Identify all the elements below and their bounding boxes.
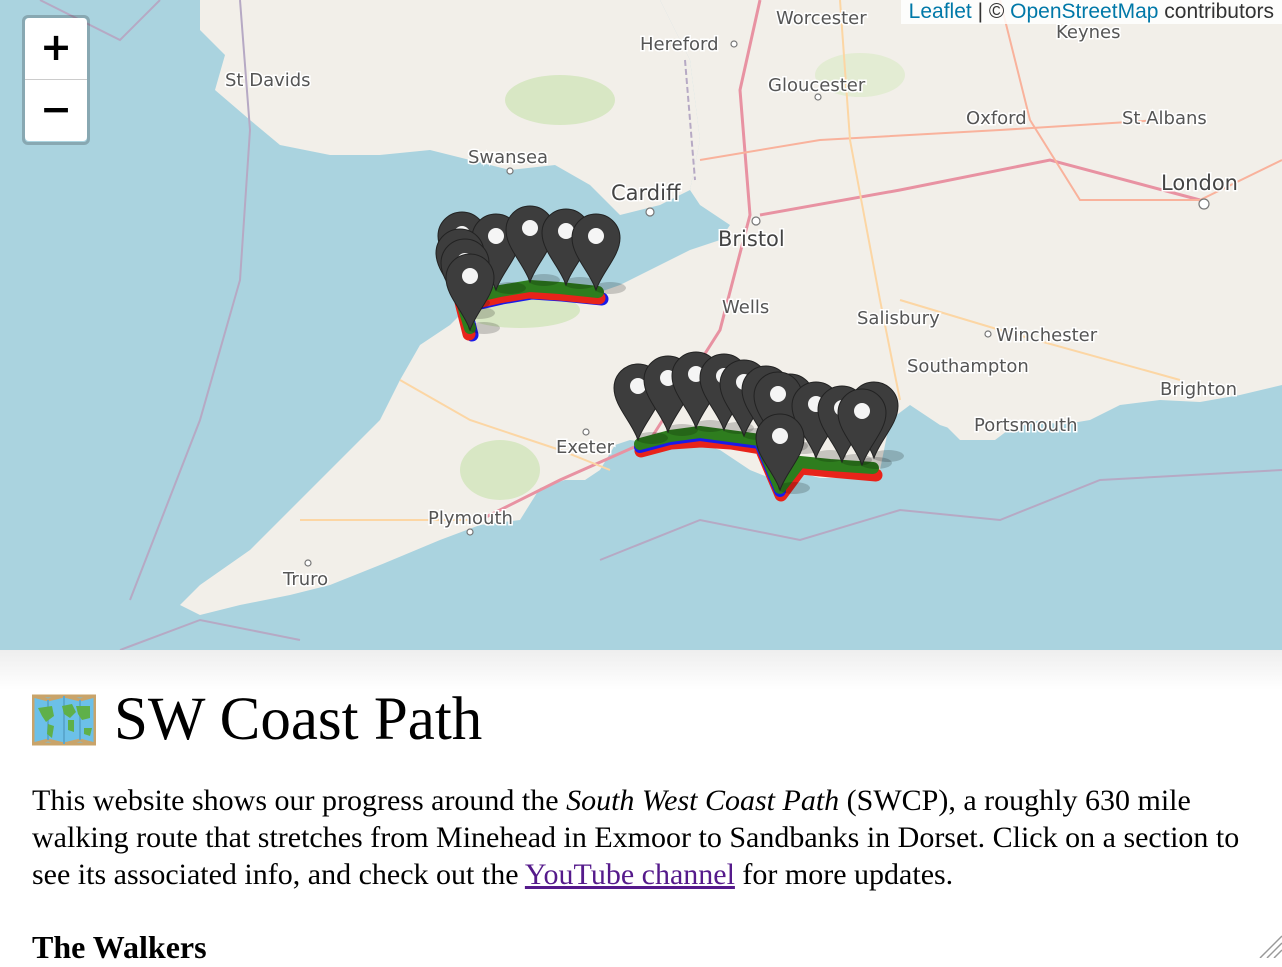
place-label-hereford: Hereford <box>640 34 719 55</box>
world-map-emoji-icon <box>32 694 96 746</box>
place-label-portsmouth: Portsmouth <box>974 415 1077 436</box>
page-title-text: SW Coast Path <box>114 686 483 753</box>
attribution-separator: | © <box>971 0 1011 23</box>
place-label-exeter: Exeter <box>556 437 615 458</box>
place-label-cardiff: Cardiff <box>611 181 681 205</box>
place-label-st-davids: St Davids <box>225 70 311 91</box>
map-tiles[interactable]: Worcester Hereford Keynes St Davids Glou… <box>0 0 1282 650</box>
intro-paragraph: This website shows our progress around t… <box>32 782 1252 893</box>
page-title: SW Coast Path <box>32 678 1252 762</box>
intro-text-3: for more updates. <box>734 858 954 891</box>
map-view[interactable]: Worcester Hereford Keynes St Davids Glou… <box>0 0 1282 650</box>
zoom-control: + − <box>22 15 90 145</box>
place-label-st-albans: St Albans <box>1122 108 1207 129</box>
place-label-southampton: Southampton <box>907 356 1029 377</box>
place-label-oxford: Oxford <box>966 108 1027 129</box>
place-label-brighton: Brighton <box>1160 379 1237 400</box>
zoom-out-button[interactable]: − <box>25 80 87 141</box>
place-label-winchester: Winchester <box>996 325 1098 346</box>
youtube-channel-link[interactable]: YouTube channel <box>525 858 735 891</box>
intro-text-1: This website shows our progress around t… <box>32 784 567 817</box>
walkers-heading: The Walkers <box>32 929 207 965</box>
page-content: SW Coast Path This website shows our pro… <box>32 678 1252 967</box>
place-label-keynes: Keynes <box>1056 22 1121 43</box>
place-label-salisbury: Salisbury <box>857 308 940 329</box>
map-attribution: Leaflet | © OpenStreetMap contributors <box>900 0 1282 24</box>
attribution-suffix: contributors <box>1158 0 1274 23</box>
zoom-in-button[interactable]: + <box>25 18 87 80</box>
place-label-bristol: Bristol <box>718 227 785 251</box>
place-label-wells: Wells <box>722 297 769 318</box>
leaflet-link[interactable]: Leaflet <box>909 0 972 23</box>
place-label-gloucester: Gloucester <box>768 75 866 96</box>
place-label-truro: Truro <box>282 569 328 590</box>
place-label-swansea: Swansea <box>468 147 548 168</box>
place-label-plymouth: Plymouth <box>428 508 513 529</box>
intro-italic-swcp: South West Coast Path <box>566 784 840 817</box>
openstreetmap-link[interactable]: OpenStreetMap <box>1010 0 1158 23</box>
place-label-london: London <box>1161 171 1238 195</box>
resize-handle-icon[interactable] <box>1256 932 1282 958</box>
place-label-worcester: Worcester <box>776 8 867 29</box>
